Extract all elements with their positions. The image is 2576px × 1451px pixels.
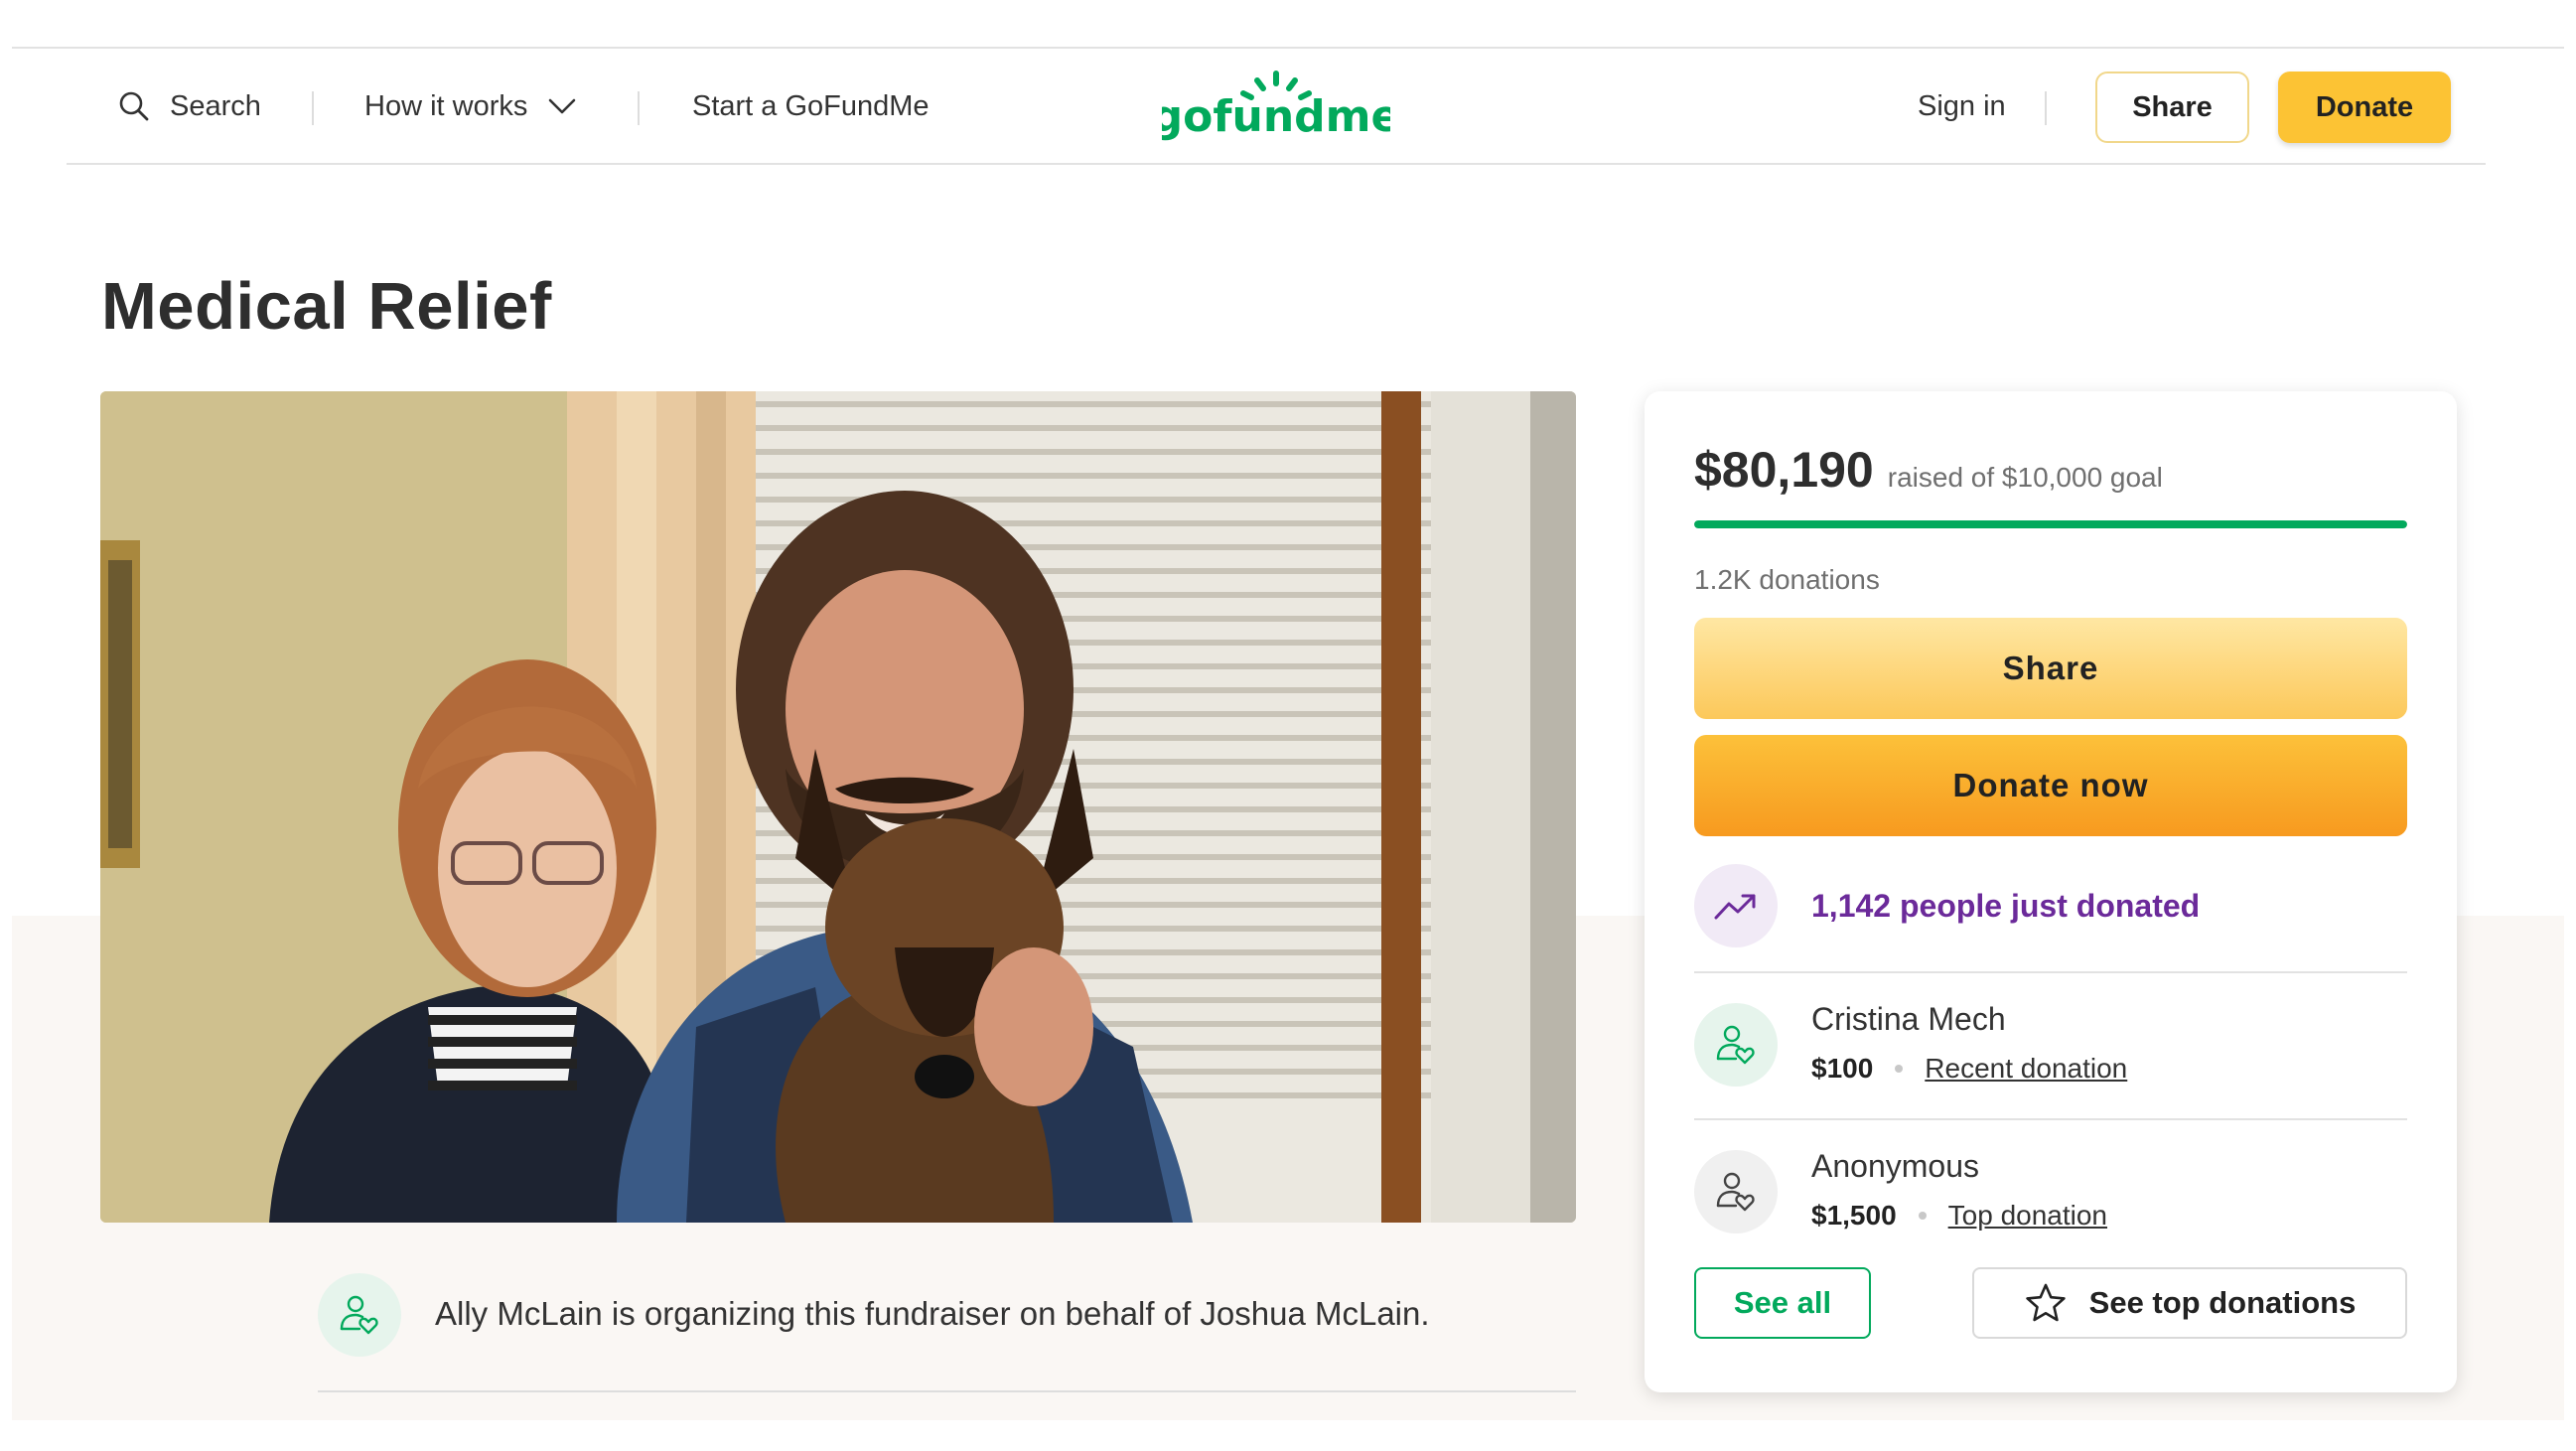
organizer-text: Ally McLain is organizing this fundraise…	[435, 1295, 1430, 1332]
trend-row: 1,142 people just donated	[1694, 864, 2407, 973]
see-all-button[interactable]: See all	[1694, 1267, 1871, 1339]
page-title: Medical Relief	[101, 269, 552, 344]
progress-bar	[1694, 520, 2407, 528]
chevron-down-icon	[549, 98, 576, 114]
donation-count: 1.2K donations	[1694, 564, 1880, 595]
see-top-donations-label: See top donations	[2088, 1285, 2357, 1320]
see-top-donations-button[interactable]: See top donations	[1972, 1267, 2407, 1339]
header-separator	[638, 91, 640, 125]
header-separator	[312, 91, 314, 125]
header-share-button[interactable]: Share	[2095, 72, 2249, 143]
sign-in-link[interactable]: Sign in	[1918, 50, 2006, 163]
trend-up-icon	[1714, 894, 1756, 920]
donor-avatar	[1694, 1150, 1778, 1233]
top-divider	[12, 47, 2564, 49]
separator-dot	[1918, 1212, 1927, 1220]
search-link[interactable]: Search	[118, 50, 261, 163]
donor-amount: $100	[1811, 1053, 1874, 1084]
goal-text: raised of $10,000 goal	[1887, 462, 2163, 493]
list-item: Cristina Mech $100 Recent donation	[1694, 973, 2407, 1120]
header-separator	[2045, 91, 2047, 125]
separator-dot	[1895, 1065, 1904, 1073]
donate-now-button[interactable]: Donate now	[1694, 735, 2407, 836]
trend-text: 1,142 people just donated	[1811, 888, 2201, 924]
organizer-avatar	[318, 1273, 401, 1357]
start-gofundme-link[interactable]: Start a GoFundMe	[692, 50, 930, 163]
recent-donation-link[interactable]: Recent donation	[1925, 1053, 2127, 1085]
donation-card: $80,190 raised of $10,000 goal 1.2K dona…	[1645, 391, 2457, 1392]
raised-amount: $80,190	[1694, 442, 1874, 498]
donor-name: Cristina Mech	[1811, 1001, 2006, 1037]
donor-heart-icon	[1716, 1172, 1755, 1212]
amount-row: $80,190 raised of $10,000 goal	[1694, 441, 2163, 499]
search-icon	[119, 91, 149, 121]
list-item: Anonymous $1,500 Top donation	[1694, 1120, 2407, 1267]
donor-name: Anonymous	[1811, 1148, 1979, 1184]
donor-avatar	[1694, 1003, 1778, 1087]
donor-heart-icon	[1716, 1025, 1755, 1065]
sign-in-label: Sign in	[1918, 89, 2006, 122]
start-gofundme-label: Start a GoFundMe	[692, 89, 930, 122]
site-header: Search How it works Start a GoFundMe gof…	[67, 50, 2486, 165]
donor-amount: $1,500	[1811, 1200, 1897, 1231]
organizer-row: Ally McLain is organizing this fundraise…	[318, 1273, 1576, 1392]
donor-meta: $1,500 Top donation	[1811, 1200, 2107, 1232]
star-icon	[2025, 1283, 2066, 1322]
how-it-works-menu[interactable]: How it works	[364, 50, 577, 163]
top-donation-link[interactable]: Top donation	[1948, 1200, 2107, 1232]
fundraiser-photo[interactable]	[100, 391, 1576, 1223]
share-button[interactable]: Share	[1694, 618, 2407, 719]
progress-bar-fill	[1694, 520, 2407, 528]
search-label: Search	[170, 89, 261, 122]
header-donate-button[interactable]: Donate	[2278, 72, 2451, 143]
trend-icon-circle	[1694, 864, 1778, 947]
donor-meta: $100 Recent donation	[1811, 1053, 2127, 1085]
fundraiser-photo-illustration	[100, 391, 1576, 1223]
gofundme-logo[interactable]: gofundme	[1162, 68, 1390, 147]
how-it-works-label: How it works	[364, 89, 528, 122]
donor-heart-icon	[340, 1295, 378, 1335]
logo-text: gofundme	[1162, 91, 1390, 142]
